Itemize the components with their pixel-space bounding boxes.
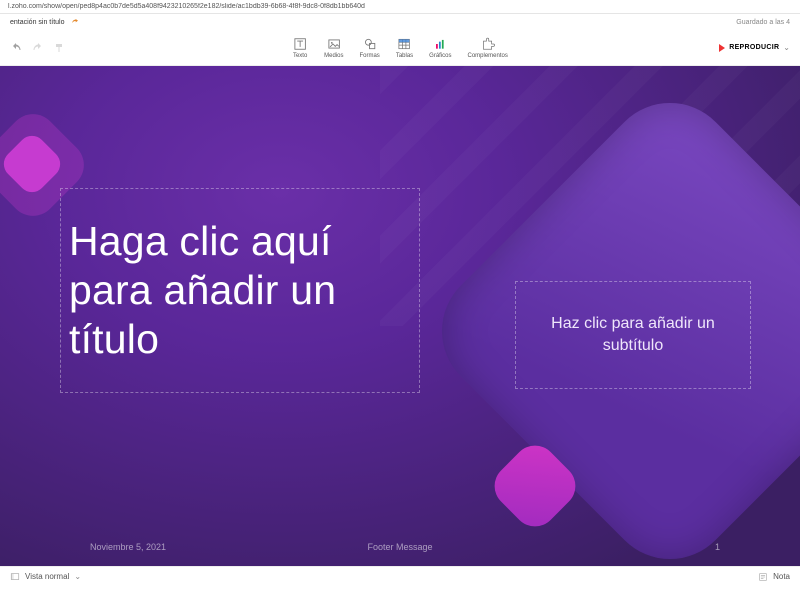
toolbar-center: Texto Medios Formas Tablas Gráficos Comp…	[292, 37, 508, 59]
toolbar-charts-button[interactable]: Gráficos	[429, 37, 451, 59]
format-painter-icon[interactable]	[54, 42, 66, 54]
view-icon[interactable]	[10, 572, 20, 582]
toolbar-label: Tablas	[396, 53, 413, 59]
share-icon[interactable]	[70, 18, 80, 26]
main-toolbar: Texto Medios Formas Tablas Gráficos Comp…	[0, 30, 800, 66]
toolbar-addons-button[interactable]: Complementos	[468, 37, 508, 59]
toolbar-label: Medios	[324, 53, 343, 59]
toolbar-shapes-button[interactable]: Formas	[359, 37, 379, 59]
play-label: REPRODUCIR	[729, 44, 779, 51]
document-title[interactable]: entación sin título	[10, 19, 64, 26]
status-bar: Vista normal ⌄ Nota	[0, 566, 800, 586]
chevron-down-icon[interactable]: ⌄	[74, 572, 81, 581]
quick-actions	[0, 42, 66, 54]
notes-icon[interactable]	[758, 572, 768, 582]
media-icon	[326, 37, 342, 51]
play-icon	[719, 44, 725, 52]
slide-footer-message: Footer Message	[367, 542, 432, 552]
chart-icon	[432, 37, 448, 51]
notes-label[interactable]: Nota	[773, 572, 790, 581]
subtitle-placeholder-text: Haz clic para añadir un subtítulo	[530, 313, 736, 356]
table-icon	[396, 37, 412, 51]
slide-date: Noviembre 5, 2021	[90, 542, 166, 552]
play-button[interactable]: REPRODUCIR ⌄	[719, 43, 790, 52]
toolbar-media-button[interactable]: Medios	[324, 37, 343, 59]
app-title-bar: entación sin título Guardado a las 4	[0, 14, 800, 30]
browser-url-bar[interactable]: l.zoho.com/show/open/ped8p4ac0b7de5d5a40…	[0, 0, 800, 14]
toolbar-label: Texto	[293, 53, 307, 59]
toolbar-label: Gráficos	[429, 53, 451, 59]
slide-footer: Noviembre 5, 2021 Footer Message 1	[0, 542, 800, 552]
addons-icon	[480, 37, 496, 51]
shapes-icon	[362, 37, 378, 51]
chevron-down-icon: ⌄	[783, 43, 790, 52]
undo-icon[interactable]	[10, 42, 22, 54]
slide-number: 1	[715, 542, 720, 552]
toolbar-tables-button[interactable]: Tablas	[396, 37, 413, 59]
title-placeholder-text: Haga clic aquí para añadir un título	[61, 217, 419, 365]
title-placeholder[interactable]: Haga clic aquí para añadir un título	[60, 188, 420, 393]
view-mode-label[interactable]: Vista normal	[25, 572, 69, 581]
toolbar-text-button[interactable]: Texto	[292, 37, 308, 59]
redo-icon[interactable]	[32, 42, 44, 54]
browser-url: l.zoho.com/show/open/ped8p4ac0b7de5d5a40…	[8, 3, 365, 10]
slide-canvas[interactable]: Haga clic aquí para añadir un título Haz…	[0, 66, 800, 566]
subtitle-placeholder[interactable]: Haz clic para añadir un subtítulo	[515, 281, 751, 389]
toolbar-label: Formas	[359, 53, 379, 59]
toolbar-label: Complementos	[468, 53, 508, 59]
text-icon	[292, 37, 308, 51]
save-status: Guardado a las 4	[736, 19, 790, 26]
